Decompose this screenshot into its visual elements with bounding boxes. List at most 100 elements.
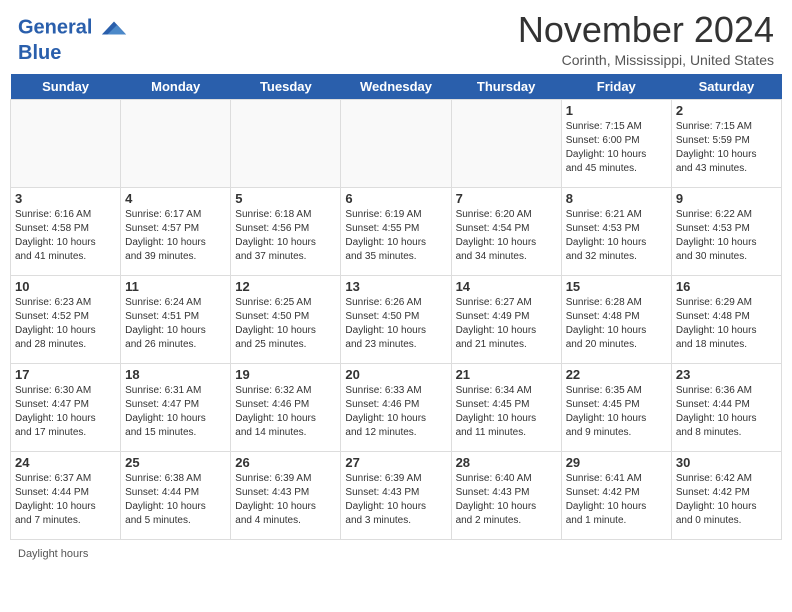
calendar-container: SundayMondayTuesdayWednesdayThursdayFrid… — [0, 74, 792, 544]
cell-content: Sunrise: 6:21 AM Sunset: 4:53 PM Dayligh… — [566, 208, 667, 264]
day-number: 23 — [676, 367, 777, 382]
table-row: 17Sunrise: 6:30 AM Sunset: 4:47 PM Dayli… — [11, 363, 121, 451]
table-row — [451, 99, 561, 187]
cell-content: Sunrise: 6:18 AM Sunset: 4:56 PM Dayligh… — [235, 208, 336, 264]
table-row: 22 Sunrise: 6:35 AM Sunset: 4:45 PM Dayli… — [561, 363, 671, 451]
cell-content: Sunrise: 6:24 AM Sunset: 4:51 PM Dayligh… — [125, 296, 226, 352]
day-header-row: SundayMondayTuesdayWednesdayThursdayFrid… — [11, 74, 782, 100]
cell-content: Sunrise: 6:19 AM Sunset: 4:55 PM Dayligh… — [345, 208, 446, 264]
cell-content: Sunrise: 6:23 AM Sunset: 4:52 PM Dayligh… — [15, 296, 116, 352]
table-row: 1 Sunrise: 7:15 AM Sunset: 6:00 PM Daylig… — [561, 99, 671, 187]
table-row: 15Sunrise: 6:28 AM Sunset: 4:48 PM Dayli… — [561, 275, 671, 363]
day-number: 8 — [566, 191, 667, 206]
table-row: 20 Sunrise: 6:33 AM Sunset: 4:46 PM Dayli… — [341, 363, 451, 451]
day-header-saturday: Saturday — [671, 74, 781, 100]
cell-content: Sunrise: 6:42 AM Sunset: 4:42 PM Dayligh… — [676, 472, 777, 528]
table-row: 30 Sunrise: 6:42 AM Sunset: 4:42 PM Dayli… — [671, 451, 781, 539]
logo-icon — [100, 14, 128, 42]
cell-content: Sunrise: 6:27 AM Sunset: 4:49 PM Dayligh… — [456, 296, 557, 352]
logo-area: General Blue — [18, 10, 128, 64]
logo-blue: Blue — [18, 42, 61, 64]
day-number: 2 — [676, 103, 777, 118]
cell-content: Sunrise: 6:34 AM Sunset: 4:45 PM Dayligh… — [456, 384, 557, 440]
day-header-sunday: Sunday — [11, 74, 121, 100]
day-number: 19 — [235, 367, 336, 382]
day-number: 14 — [456, 279, 557, 294]
cell-content: Sunrise: 6:30 AM Sunset: 4:47 PM Dayligh… — [15, 384, 116, 440]
table-row: 5 Sunrise: 6:18 AM Sunset: 4:56 PM Daylig… — [231, 187, 341, 275]
table-row: 7 Sunrise: 6:20 AM Sunset: 4:54 PM Daylig… — [451, 187, 561, 275]
cell-content: Sunrise: 6:35 AM Sunset: 4:45 PM Dayligh… — [566, 384, 667, 440]
table-row: 26 Sunrise: 6:39 AM Sunset: 4:43 PM Dayli… — [231, 451, 341, 539]
day-number: 25 — [125, 455, 226, 470]
day-number: 24 — [15, 455, 116, 470]
calendar-week-5: 24 Sunrise: 6:37 AM Sunset: 4:44 PM Dayli… — [11, 451, 782, 539]
day-number: 20 — [345, 367, 446, 382]
day-header-friday: Friday — [561, 74, 671, 100]
day-number: 16 — [676, 279, 777, 294]
table-row: 19Sunrise: 6:32 AM Sunset: 4:46 PM Dayli… — [231, 363, 341, 451]
table-row: 23 Sunrise: 6:36 AM Sunset: 4:44 PM Dayli… — [671, 363, 781, 451]
day-number: 6 — [345, 191, 446, 206]
day-number: 27 — [345, 455, 446, 470]
table-row: 2Sunrise: 7:15 AM Sunset: 5:59 PM Daylig… — [671, 99, 781, 187]
calendar-week-4: 17Sunrise: 6:30 AM Sunset: 4:47 PM Dayli… — [11, 363, 782, 451]
cell-content: Sunrise: 6:28 AM Sunset: 4:48 PM Dayligh… — [566, 296, 667, 352]
cell-content: Sunrise: 6:22 AM Sunset: 4:53 PM Dayligh… — [676, 208, 777, 264]
month-title: November 2024 — [518, 10, 774, 50]
day-header-tuesday: Tuesday — [231, 74, 341, 100]
logo-general: General — [18, 16, 92, 38]
calendar-week-2: 3Sunrise: 6:16 AM Sunset: 4:58 PM Daylig… — [11, 187, 782, 275]
cell-content: Sunrise: 6:40 AM Sunset: 4:43 PM Dayligh… — [456, 472, 557, 528]
cell-content: Sunrise: 6:20 AM Sunset: 4:54 PM Dayligh… — [456, 208, 557, 264]
table-row: 13 Sunrise: 6:26 AM Sunset: 4:50 PM Dayli… — [341, 275, 451, 363]
table-row: 25 Sunrise: 6:38 AM Sunset: 4:44 PM Dayli… — [121, 451, 231, 539]
day-number: 1 — [566, 103, 667, 118]
cell-content: Sunrise: 6:25 AM Sunset: 4:50 PM Dayligh… — [235, 296, 336, 352]
day-number: 13 — [345, 279, 446, 294]
cell-content: Sunrise: 6:16 AM Sunset: 4:58 PM Dayligh… — [15, 208, 116, 264]
day-number: 7 — [456, 191, 557, 206]
day-number: 29 — [566, 455, 667, 470]
cell-content: Sunrise: 6:38 AM Sunset: 4:44 PM Dayligh… — [125, 472, 226, 528]
table-row: 14 Sunrise: 6:27 AM Sunset: 4:49 PM Dayli… — [451, 275, 561, 363]
table-row — [11, 99, 121, 187]
day-number: 11 — [125, 279, 226, 294]
page-wrapper: General Blue November 2024 Corinth, Miss… — [0, 0, 792, 564]
cell-content: Sunrise: 6:17 AM Sunset: 4:57 PM Dayligh… — [125, 208, 226, 264]
day-header-monday: Monday — [121, 74, 231, 100]
day-number: 18 — [125, 367, 226, 382]
daylight-hours-label: Daylight hours — [18, 548, 88, 560]
day-number: 10 — [15, 279, 116, 294]
table-row: 4Sunrise: 6:17 AM Sunset: 4:57 PM Daylig… — [121, 187, 231, 275]
table-row: 11 Sunrise: 6:24 AM Sunset: 4:51 PM Dayli… — [121, 275, 231, 363]
title-area: November 2024 Corinth, Mississippi, Unit… — [518, 10, 774, 68]
cell-content: Sunrise: 6:26 AM Sunset: 4:50 PM Dayligh… — [345, 296, 446, 352]
day-number: 5 — [235, 191, 336, 206]
location-title: Corinth, Mississippi, United States — [518, 52, 774, 68]
footer-note: Daylight hours — [0, 544, 792, 564]
cell-content: Sunrise: 6:33 AM Sunset: 4:46 PM Dayligh… — [345, 384, 446, 440]
calendar-week-1: 1 Sunrise: 7:15 AM Sunset: 6:00 PM Daylig… — [11, 99, 782, 187]
header: General Blue November 2024 Corinth, Miss… — [0, 0, 792, 74]
table-row: 10 Sunrise: 6:23 AM Sunset: 4:52 PM Dayli… — [11, 275, 121, 363]
table-row: 6 Sunrise: 6:19 AM Sunset: 4:55 PM Daylig… — [341, 187, 451, 275]
day-number: 21 — [456, 367, 557, 382]
cell-content: Sunrise: 6:36 AM Sunset: 4:44 PM Dayligh… — [676, 384, 777, 440]
day-number: 22 — [566, 367, 667, 382]
table-row: 29Sunrise: 6:41 AM Sunset: 4:42 PM Dayli… — [561, 451, 671, 539]
cell-content: Sunrise: 7:15 AM Sunset: 6:00 PM Dayligh… — [566, 120, 667, 176]
day-number: 26 — [235, 455, 336, 470]
day-header-wednesday: Wednesday — [341, 74, 451, 100]
cell-content: Sunrise: 6:39 AM Sunset: 4:43 PM Dayligh… — [235, 472, 336, 528]
table-row — [341, 99, 451, 187]
table-row — [231, 99, 341, 187]
cell-content: Sunrise: 6:37 AM Sunset: 4:44 PM Dayligh… — [15, 472, 116, 528]
day-number: 28 — [456, 455, 557, 470]
day-number: 30 — [676, 455, 777, 470]
table-row: 24 Sunrise: 6:37 AM Sunset: 4:44 PM Dayli… — [11, 451, 121, 539]
logo-text: General Blue — [18, 14, 128, 64]
day-number: 9 — [676, 191, 777, 206]
table-row: 21 Sunrise: 6:34 AM Sunset: 4:45 PM Dayli… — [451, 363, 561, 451]
table-row: 12Sunrise: 6:25 AM Sunset: 4:50 PM Dayli… — [231, 275, 341, 363]
